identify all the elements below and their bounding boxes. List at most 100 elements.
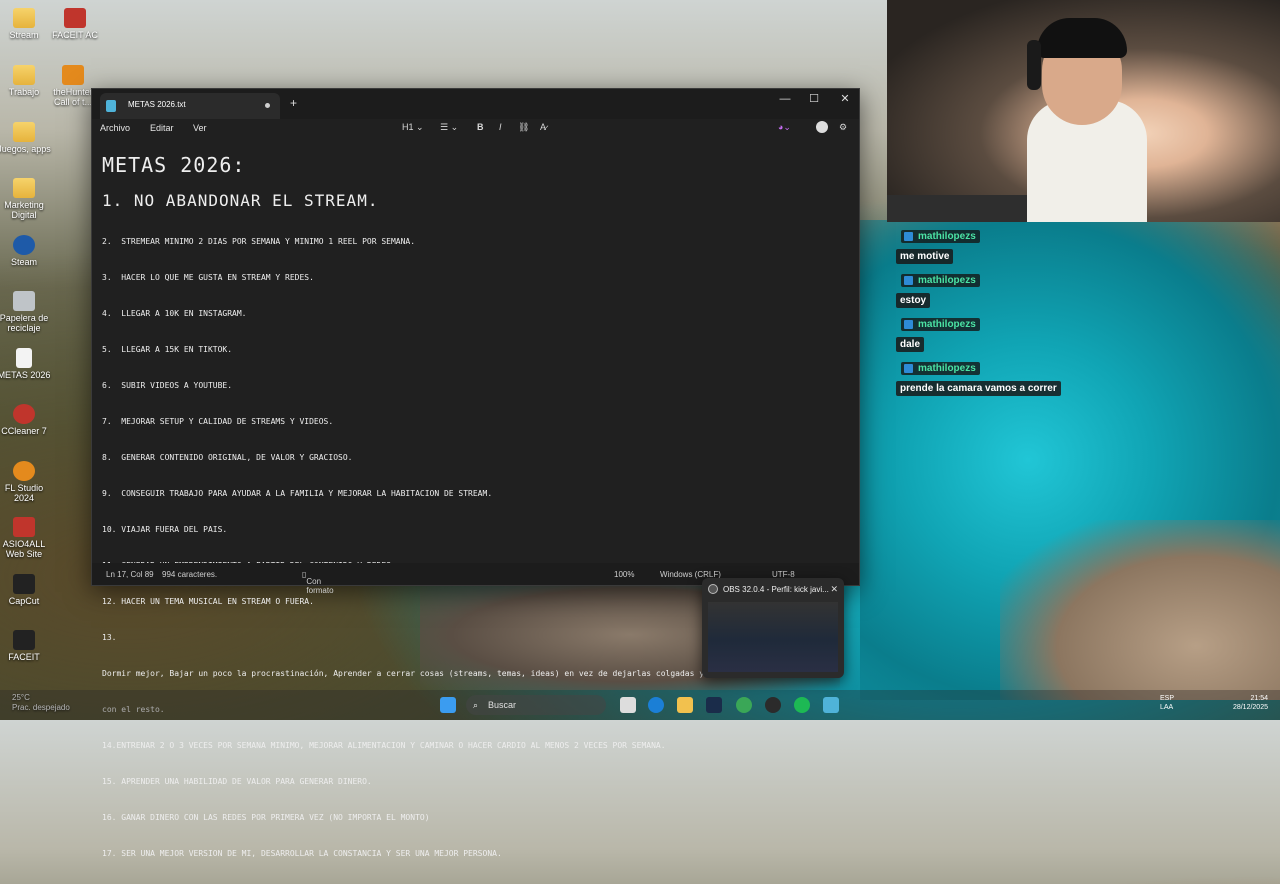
desktop-icon-ccleaner[interactable]: CCleaner 7 [0,404,54,436]
folder-icon [13,65,35,85]
file-explorer-icon[interactable] [677,697,693,713]
goal-line: 3. HACER LO QUE ME GUSTA EN STREAM Y RED… [102,273,314,282]
goal-line: Dormir mejor, Bajar un poco la procrasti… [102,669,786,678]
goal-line: 7. MEJORAR SETUP Y CALIDAD DE STREAMS Y … [102,417,334,426]
heading-dropdown[interactable]: H1 ⌄ [402,122,424,133]
notepad-window: METAS 2026.txt + — ☐ ✕ Archivo Editar Ve… [91,88,860,858]
tab-metas-2026[interactable]: METAS 2026.txt [100,93,280,119]
format-toggle[interactable]: ▯ Con formato [302,570,334,595]
unsaved-dot-icon[interactable] [265,103,270,108]
obs-title: OBS 32.0.4 - Perfil: kick javi... [723,585,829,594]
kick-badge-icon [904,320,913,329]
chat-message: mathilopezs me motive [896,228,1276,264]
wallpaper-cliff [1000,520,1280,700]
list-dropdown[interactable]: ☰ ⌄ [440,122,458,133]
desktop-icon-recycle-bin[interactable]: Papelera de reciclaje [0,291,54,333]
desktop-icon-metas-2026[interactable]: METAS 2026 [0,348,54,380]
chat-username: mathilopezs [918,363,976,374]
clear-format-icon[interactable]: A̷ [540,122,546,132]
ccleaner-icon [13,404,35,424]
char-count: 994 caracteres. [162,570,218,579]
stream-chat: mathilopezs me motive mathilopezs estoy … [896,228,1276,404]
steam-taskbar-icon[interactable] [706,697,722,713]
tab-title: METAS 2026.txt [128,100,186,109]
close-button[interactable]: ✕ [830,89,860,109]
goal-line: 10. VIAJAR FUERA DEL PAIS. [102,525,228,534]
goal-line: 9. CONSEGUIR TRABAJO PARA AYUDAR A LA FA… [102,489,493,498]
obs-close-button[interactable]: ✕ [830,584,838,595]
menu-editar[interactable]: Editar [150,123,174,133]
fl-studio-icon [13,461,35,481]
notepad-taskbar-icon[interactable] [823,697,839,713]
goal-line: 2. STREMEAR MINIMO 2 DIAS POR SEMANA Y M… [102,237,416,246]
title-bar: METAS 2026.txt + — ☐ ✕ [92,89,859,119]
chat-message: mathilopezs prende la camara vamos a cor… [896,360,1276,396]
cursor-position: Ln 17, Col 89 [106,570,154,579]
streamer-cap [1037,18,1127,58]
bold-button[interactable]: B [477,122,484,132]
chat-text: me motive [896,249,954,264]
chat-username: mathilopezs [918,275,976,286]
desktop-icon-capcut[interactable]: CapCut [0,574,54,606]
settings-gear-icon[interactable]: ⚙ [839,122,847,133]
menu-ver[interactable]: Ver [193,123,207,133]
start-windows-icon[interactable] [440,697,456,713]
minimize-button[interactable]: — [770,89,800,109]
goal-line: 4. LLEGAR A 10K EN INSTAGRAM. [102,309,247,318]
webcam-feed [887,0,1280,222]
search-icon: ⌕ [473,700,479,710]
edge-icon[interactable] [648,697,664,713]
goal-line: 15. APRENDER UNA HABILIDAD DE VALOR PARA… [102,777,372,786]
text-file-icon [16,348,32,368]
taskbar: ⌕ Buscar [0,690,1280,720]
desktop-icon-steam[interactable]: Steam [0,235,54,267]
taskbar-clock[interactable]: 21:54 28/12/2025 [1224,694,1268,712]
zoom-level[interactable]: 100% [614,570,634,579]
heading-goal-1: 1. NO ABANDONAR EL STREAM. [102,191,379,210]
goal-line: 16. GANAR DINERO CON LAS REDES POR PRIME… [102,813,430,822]
menu-archivo[interactable]: Archivo [100,123,130,133]
notepad-icon [106,100,116,112]
capcut-icon [13,574,35,594]
desktop-icon-faceit[interactable]: FACEIT [0,630,54,662]
chat-text: dale [896,337,925,352]
italic-button[interactable]: I [499,122,502,132]
folder-icon [13,122,35,142]
chat-text: prende la camara vamos a correr [896,381,1061,396]
obs-taskbar-icon[interactable] [765,697,781,713]
chrome-icon[interactable] [736,697,752,713]
obs-thumbnail[interactable] [708,602,838,672]
maximize-button[interactable]: ☐ [799,89,829,109]
desktop-icon-juegos-apps[interactable]: Juegos, apps [0,122,54,154]
language-indicator[interactable]: ESP LAA [1160,694,1174,712]
menu-bar: Archivo Editar Ver H1 ⌄ ☰ ⌄ B I ⛓ A̷ ◕⌄ … [92,119,859,139]
chat-username: mathilopezs [918,319,976,330]
faceit-icon [13,630,35,650]
copilot-icon[interactable]: ◕⌄ [778,122,791,133]
spotify-icon[interactable] [794,697,810,713]
chat-username: mathilopezs [918,231,976,242]
goal-lines: 2. STREMEAR MINIMO 2 DIAS POR SEMANA Y M… [102,212,786,884]
desktop-icon-marketing-digital[interactable]: Marketing Digital [0,178,54,220]
steam-icon [13,235,35,255]
faceit-ac-icon [64,8,86,28]
text-editor[interactable]: METAS 2026: 1. NO ABANDONAR EL STREAM. 2… [92,149,859,858]
taskbar-search[interactable]: ⌕ Buscar [466,695,606,715]
headset [1027,40,1041,90]
desktop-icon-fl-studio[interactable]: FL Studio 2024 [0,461,54,503]
thehunter-icon [62,65,84,85]
desktop-icon-asio4all[interactable]: ASIO4ALL Web Site [0,517,54,559]
task-view-icon[interactable] [620,697,636,713]
asio-icon [13,517,35,537]
obs-preview-popup[interactable]: OBS 32.0.4 - Perfil: kick javi... ✕ [702,578,844,678]
account-icon[interactable] [816,121,828,133]
kick-badge-icon [904,364,913,373]
heading-metas: METAS 2026: [102,153,246,177]
new-tab-button[interactable]: + [290,96,297,110]
desktop-icon-faceit-ac[interactable]: FACEIT AC [45,8,105,40]
desk [887,195,1047,222]
goal-line: 17. SER UNA MEJOR VERSION DE MI, DESARRO… [102,849,502,858]
link-icon[interactable]: ⛓ [518,122,529,133]
chat-message: mathilopezs estoy [896,272,1276,308]
goal-line: 12. HACER UN TEMA MUSICAL EN STREAM O FU… [102,597,314,606]
